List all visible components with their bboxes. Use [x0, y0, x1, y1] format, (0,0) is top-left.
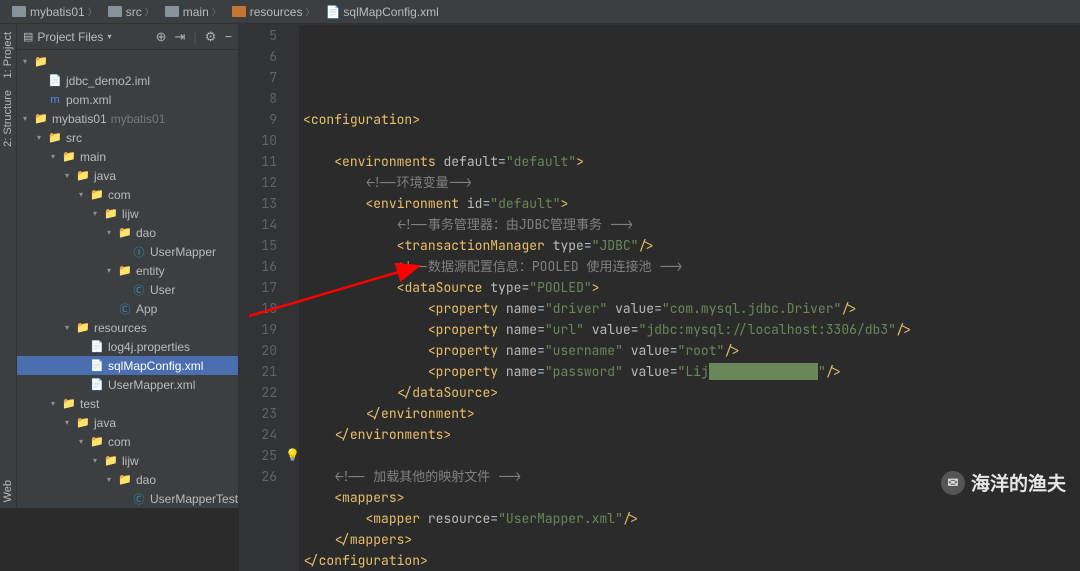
breadcrumb-item[interactable]: 📄sqlMapConfig.xml	[321, 5, 442, 19]
tree-item[interactable]: ▾📁	[17, 52, 238, 71]
tree-item[interactable]: ▾📁dao	[17, 470, 238, 489]
tree-item[interactable]: ▾📁dao	[17, 223, 238, 242]
tree-item[interactable]: 📄log4j.properties	[17, 337, 238, 356]
collapse-icon[interactable]: ⇥	[174, 29, 185, 45]
code-editor[interactable]: 567891011121314151617181920212223242526 …	[239, 25, 1080, 571]
tree-item[interactable]: ⒸApp	[17, 299, 238, 318]
tree-item[interactable]: ⒸUserMapperTest	[17, 489, 238, 508]
breadcrumb-item[interactable]: resources〉	[228, 5, 322, 19]
tree-item[interactable]: 📄UserMapper.xml	[17, 375, 238, 394]
tree-item[interactable]: ▾📁entity	[17, 261, 238, 280]
panel-title[interactable]: ▤ Project Files ▾	[23, 30, 156, 44]
divider-icon: |	[193, 29, 196, 45]
line-gutter: 567891011121314151617181920212223242526	[239, 25, 285, 571]
tree-item[interactable]: ▾📁src	[17, 128, 238, 147]
tree-item[interactable]: ▾📁main	[17, 147, 238, 166]
tool-window-bar-left: 1: Project 2: Structure Web	[0, 24, 17, 508]
gear-icon[interactable]: ⚙	[205, 29, 217, 45]
tree-item[interactable]: ▾📁lijw	[17, 204, 238, 223]
tree-item[interactable]: ⒾUserMapper	[17, 242, 238, 261]
code-content[interactable]: 💡 <configuration> <environments default=…	[299, 25, 1080, 571]
tree-item[interactable]: ▾📁lijw	[17, 451, 238, 470]
project-panel: ▤ Project Files ▾ ⊕ ⇥ | ⚙ − ▾📁📄jdbc_demo…	[17, 24, 239, 508]
tree-item[interactable]: ▾📁mybatis01mybatis01	[17, 109, 238, 128]
tree-item[interactable]: ▾📁resources	[17, 318, 238, 337]
project-tree[interactable]: ▾📁📄jdbc_demo2.imlmpom.xml▾📁mybatis01myba…	[17, 50, 238, 508]
target-icon[interactable]: ⊕	[156, 29, 167, 45]
tree-item[interactable]: ▾📁java	[17, 413, 238, 432]
chevron-down-icon: ▾	[107, 32, 111, 41]
tree-item[interactable]: ⒸUser	[17, 280, 238, 299]
intention-bulb-icon[interactable]: 💡	[285, 445, 300, 466]
side-tab-web[interactable]: Web	[0, 474, 16, 508]
side-tab-project[interactable]: 1: Project	[0, 26, 16, 84]
tree-item[interactable]: ▾📁com	[17, 185, 238, 204]
tree-item[interactable]: ▾📁test	[17, 394, 238, 413]
side-tab-structure[interactable]: 2: Structure	[0, 84, 16, 153]
breadcrumb-item[interactable]: main〉	[161, 5, 228, 19]
tree-item[interactable]: mpom.xml	[17, 90, 238, 109]
tree-item[interactable]: ▾📁java	[17, 166, 238, 185]
hide-icon[interactable]: −	[224, 29, 232, 45]
fold-column	[285, 25, 299, 571]
breadcrumb-item[interactable]: mybatis01〉	[8, 5, 104, 19]
tree-item[interactable]: 📄jdbc_demo2.iml	[17, 71, 238, 90]
breadcrumb: mybatis01〉 src〉 main〉 resources〉 📄sqlMap…	[0, 0, 1080, 24]
tree-item[interactable]: ▾📁com	[17, 432, 238, 451]
panel-header: ▤ Project Files ▾ ⊕ ⇥ | ⚙ −	[17, 24, 238, 50]
tree-item[interactable]: 📄sqlMapConfig.xml	[17, 356, 238, 375]
breadcrumb-item[interactable]: src〉	[104, 5, 161, 19]
